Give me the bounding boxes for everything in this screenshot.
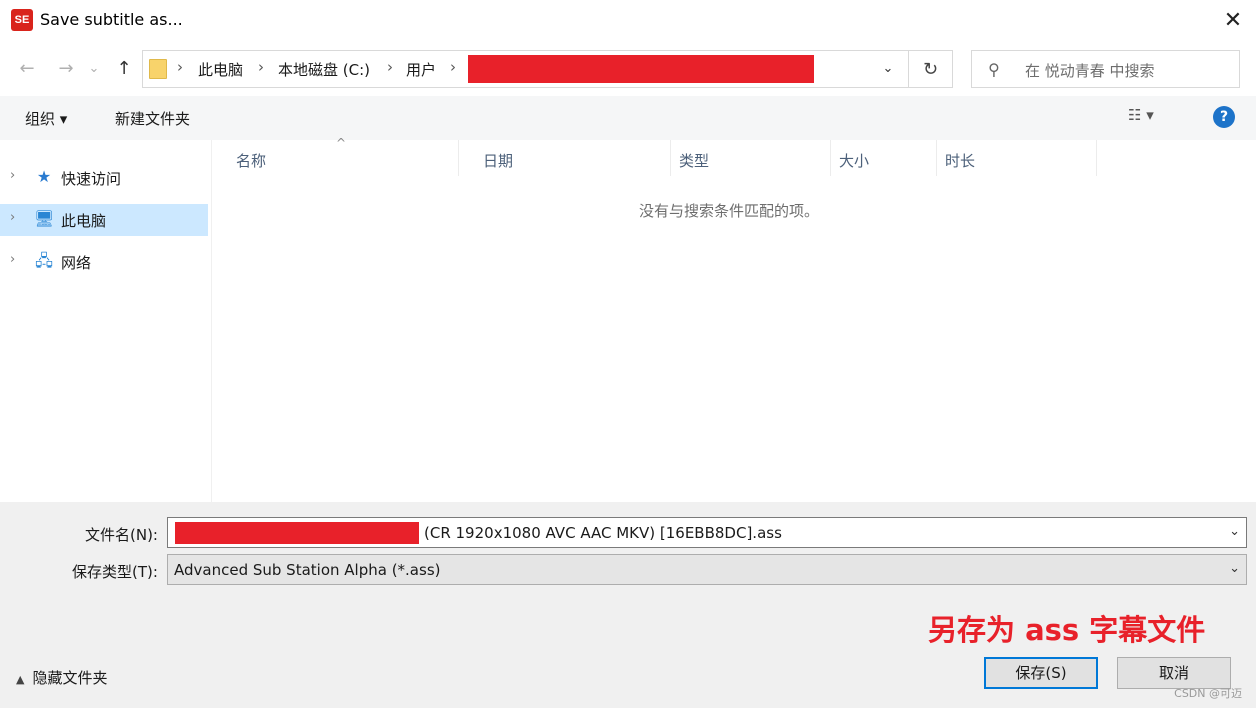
navigation-row: ← → ⌄ ↑ › 此电脑 › 本地磁盘 (C:) › 用户 › ⌄ ↻ ⚲ 在…	[0, 40, 1256, 96]
organize-menu[interactable]: 组织 ▾	[25, 108, 67, 129]
breadcrumb-users[interactable]: 用户	[406, 59, 436, 80]
close-button[interactable]: ✕	[1210, 0, 1256, 40]
empty-list-message: 没有与搜索条件匹配的项。	[639, 202, 820, 220]
filetype-value: Advanced Sub Station Alpha (*.ass)	[174, 561, 441, 579]
breadcrumb-local-disk[interactable]: 本地磁盘 (C:)	[278, 59, 370, 80]
sidebar-item-network[interactable]: › 🖧 网络	[0, 246, 208, 278]
save-button[interactable]: 保存(S)	[984, 657, 1098, 689]
window-title: Save subtitle as...	[40, 10, 183, 29]
search-placeholder: 在 悦动青春 中搜索	[1025, 62, 1155, 80]
search-input[interactable]: ⚲ 在 悦动青春 中搜索	[971, 50, 1240, 88]
star-icon: ★	[36, 167, 52, 186]
chevron-down-icon[interactable]: ⌄	[1229, 561, 1240, 576]
address-dropdown-icon[interactable]: ⌄	[878, 57, 898, 81]
title-bar: SE Save subtitle as... ✕	[0, 0, 1256, 40]
filename-value: (CR 1920x1080 AVC AAC MKV) [16EBB8DC].as…	[424, 524, 782, 542]
sidebar-item-this-pc[interactable]: › 🖥 此电脑	[0, 204, 208, 236]
filename-field[interactable]: (CR 1920x1080 AVC AAC MKV) [16EBB8DC].as…	[167, 517, 1247, 548]
sidebar-item-quick-access[interactable]: › ★ 快速访问	[0, 162, 208, 194]
column-header-date[interactable]: 日期	[459, 140, 671, 176]
breadcrumb-separator: ›	[450, 58, 456, 76]
annotation-text: 另存为 ass 字幕文件	[928, 613, 1206, 647]
view-options-button[interactable]: ☷ ▾	[1128, 106, 1154, 124]
filetype-select[interactable]: Advanced Sub Station Alpha (*.ass) ⌄	[167, 554, 1247, 585]
sidebar-item-label: 此电脑	[61, 212, 107, 230]
file-list[interactable]: 名称 ^ 日期 类型 大小 时长 没有与搜索条件匹配的项。	[212, 136, 1256, 502]
breadcrumb-separator: ›	[258, 58, 264, 76]
column-header-size[interactable]: 大小	[831, 140, 937, 176]
hide-folders-toggle[interactable]: ▲ 隐藏文件夹	[16, 667, 107, 688]
breadcrumb-separator: ›	[177, 58, 183, 76]
filename-label: 文件名(N):	[85, 526, 158, 544]
chevron-right-icon[interactable]: ›	[10, 252, 15, 267]
chevron-right-icon[interactable]: ›	[10, 210, 15, 225]
app-icon: SE	[11, 9, 33, 31]
column-header-duration[interactable]: 时长	[937, 140, 1097, 176]
folder-icon	[149, 59, 167, 79]
new-folder-button[interactable]: 新建文件夹	[115, 108, 190, 129]
hide-folders-label: 隐藏文件夹	[32, 669, 108, 687]
address-bar[interactable]: › 此电脑 › 本地磁盘 (C:) › 用户 › ⌄	[142, 50, 909, 88]
search-icon: ⚲	[988, 60, 1000, 79]
sidebar-item-label: 网络	[61, 254, 92, 272]
redacted-filename	[175, 522, 419, 544]
network-icon: 🖧	[35, 251, 53, 270]
filetype-label: 保存类型(T):	[72, 563, 158, 581]
column-header-type[interactable]: 类型	[671, 140, 831, 176]
computer-icon: 🖥	[34, 209, 55, 228]
up-folder-button[interactable]: ↑	[110, 54, 138, 82]
forward-button[interactable]: →	[52, 54, 80, 82]
command-toolbar: 组织 ▾ 新建文件夹 ☷ ▾ ?	[0, 96, 1256, 140]
help-icon[interactable]: ?	[1213, 106, 1235, 128]
breadcrumb-this-pc[interactable]: 此电脑	[198, 59, 243, 80]
save-form: 文件名(N): (CR 1920x1080 AVC AAC MKV) [16EB…	[0, 502, 1256, 708]
breadcrumb-separator: ›	[387, 58, 393, 76]
refresh-button[interactable]: ↻	[909, 50, 953, 88]
sidebar-item-label: 快速访问	[61, 170, 122, 188]
redacted-path	[468, 55, 814, 83]
chevron-up-icon: ▲	[16, 673, 25, 686]
recent-locations-button[interactable]: ⌄	[84, 54, 104, 82]
watermark: CSDN @可迈	[1174, 687, 1242, 700]
chevron-right-icon[interactable]: ›	[10, 168, 15, 183]
chevron-down-icon[interactable]: ⌄	[1229, 524, 1240, 539]
column-header-name[interactable]: 名称 ^	[212, 136, 459, 176]
navigation-pane: › ★ 快速访问 › 🖥 此电脑 › 🖧 网络	[0, 140, 212, 502]
back-button[interactable]: ←	[13, 54, 41, 82]
sort-ascending-icon: ^	[336, 136, 347, 150]
